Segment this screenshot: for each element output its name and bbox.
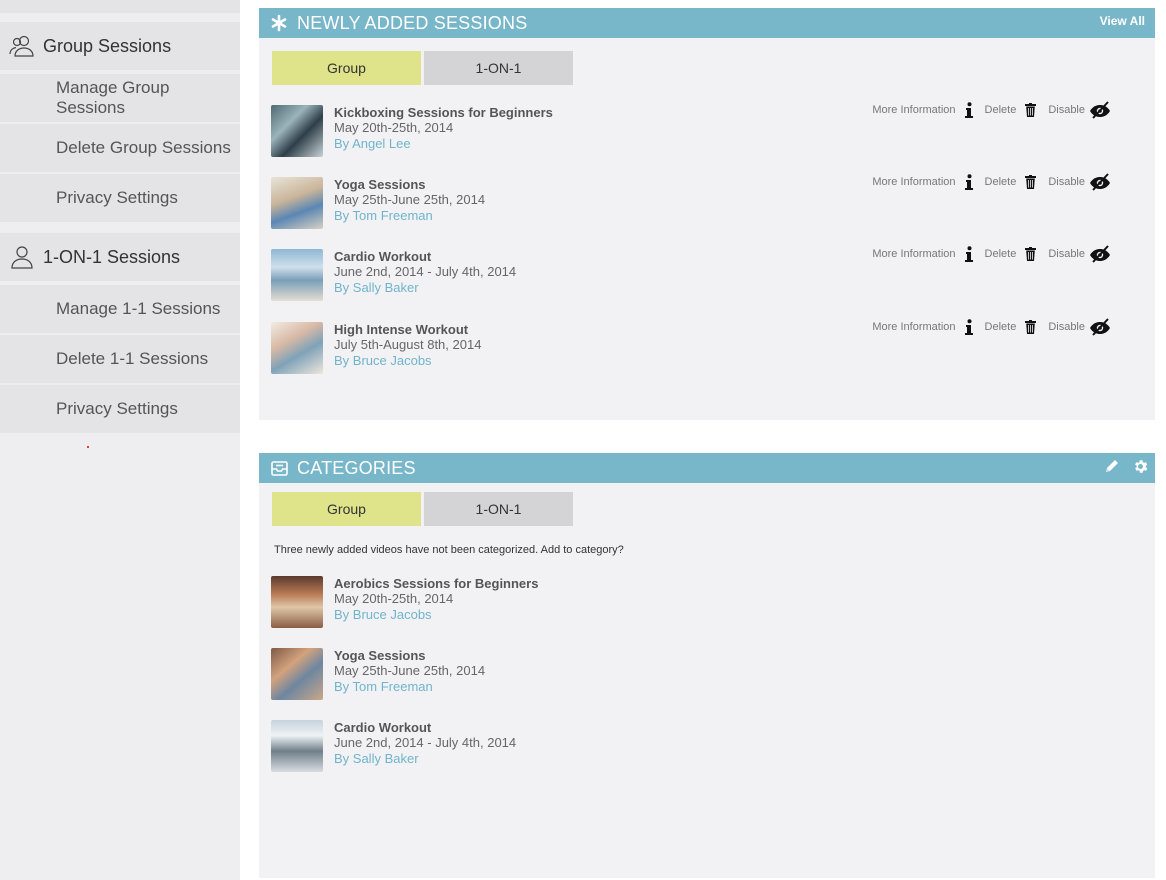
session-author[interactable]: By Tom Freeman (334, 679, 433, 694)
delete-link[interactable]: Delete (985, 248, 1017, 260)
trash-icon[interactable] (1025, 320, 1037, 334)
tab-group[interactable]: Group (272, 51, 421, 85)
categories-header: CATEGORIES (259, 453, 1155, 483)
pencil-icon[interactable] (1104, 458, 1120, 480)
uncategorized-notice: Three newly added videos have not been c… (274, 544, 624, 556)
session-date: May 20th-25th, 2014 (334, 120, 454, 135)
disable-link[interactable]: Disable (1048, 248, 1085, 260)
trash-icon[interactable] (1025, 103, 1037, 117)
session-thumbnail (271, 177, 323, 229)
session-title[interactable]: Yoga Sessions (334, 177, 426, 192)
tab-1-on-1[interactable]: 1-ON-1 (424, 492, 573, 526)
eye-off-icon[interactable] (1089, 101, 1111, 119)
session-author[interactable]: By Sally Baker (334, 280, 419, 295)
session-title[interactable]: Yoga Sessions (334, 648, 426, 663)
session-date: June 2nd, 2014 - July 4th, 2014 (334, 735, 517, 750)
more-information-link[interactable]: More Information (872, 176, 955, 188)
session-row: Yoga Sessions May 25th-June 25th, 2014 B… (271, 173, 1141, 233)
session-author[interactable]: By Sally Baker (334, 751, 419, 766)
session-row: Kickboxing Sessions for Beginners May 20… (271, 101, 1141, 161)
sidebar-item-delete-group-sessions[interactable]: Delete Group Sessions (0, 124, 240, 172)
session-row: Cardio Workout June 2nd, 2014 - July 4th… (271, 245, 1141, 305)
new-sessions-header: NEWLY ADDED SESSIONS View All (259, 8, 1155, 38)
disable-link[interactable]: Disable (1048, 104, 1085, 116)
session-title[interactable]: High Intense Workout (334, 322, 468, 337)
session-author[interactable]: By Tom Freeman (334, 208, 433, 223)
asterisk-icon (270, 14, 288, 32)
delete-link[interactable]: Delete (985, 176, 1017, 188)
session-row: High Intense Workout July 5th-August 8th… (271, 318, 1141, 378)
sidebar-header-group-sessions[interactable]: Group Sessions (0, 22, 240, 70)
session-date: May 25th-June 25th, 2014 (334, 663, 486, 678)
more-information-link[interactable]: More Information (872, 321, 955, 333)
sidebar-item-manage-1-1-sessions[interactable]: Manage 1-1 Sessions (0, 285, 240, 333)
sidebar-item-privacy-settings-1-1[interactable]: Privacy Settings (0, 385, 240, 433)
session-title[interactable]: Cardio Workout (334, 249, 431, 264)
session-date: May 25th-June 25th, 2014 (334, 192, 486, 207)
new-sessions-panel: NEWLY ADDED SESSIONS View All Group 1-ON… (259, 8, 1155, 420)
sidebar-item-manage-group-sessions[interactable]: Manage Group Sessions (0, 74, 240, 122)
tray-icon (270, 459, 288, 477)
info-icon[interactable] (964, 246, 973, 262)
category-item: Cardio Workout June 2nd, 2014 - July 4th… (271, 720, 1141, 776)
session-title[interactable]: Kickboxing Sessions for Beginners (334, 105, 553, 120)
group-icon (9, 34, 35, 58)
category-item: Aerobics Sessions for Beginners May 20th… (271, 576, 1141, 632)
trash-icon[interactable] (1025, 247, 1037, 261)
user-icon (9, 245, 35, 269)
new-sessions-tabs: Group 1-ON-1 (272, 51, 573, 85)
categories-tabs: Group 1-ON-1 (272, 492, 573, 526)
session-thumbnail (271, 648, 323, 700)
sidebar-header-label: 1-ON-1 Sessions (43, 246, 181, 267)
more-information-link[interactable]: More Information (872, 248, 955, 260)
sidebar-top-item[interactable] (0, 0, 240, 13)
session-title[interactable]: Cardio Workout (334, 720, 431, 735)
eye-off-icon[interactable] (1089, 173, 1111, 191)
session-thumbnail (271, 105, 323, 157)
delete-link[interactable]: Delete (985, 321, 1017, 333)
tab-group[interactable]: Group (272, 492, 421, 526)
session-author[interactable]: By Angel Lee (334, 136, 411, 151)
sidebar-header-label: Group Sessions (43, 35, 172, 56)
session-actions: More Information Delete Disable (872, 245, 1111, 263)
more-information-link[interactable]: More Information (872, 104, 955, 116)
view-all-link[interactable]: View All (1100, 14, 1145, 28)
category-item: Yoga Sessions May 25th-June 25th, 2014 B… (271, 648, 1141, 704)
session-author[interactable]: By Bruce Jacobs (334, 607, 432, 622)
session-date: July 5th-August 8th, 2014 (334, 337, 482, 352)
delete-link[interactable]: Delete (985, 104, 1017, 116)
info-icon[interactable] (964, 319, 973, 335)
session-thumbnail (271, 576, 323, 628)
session-author[interactable]: By Bruce Jacobs (334, 353, 432, 368)
sidebar-header-1on1-sessions[interactable]: 1-ON-1 Sessions (0, 233, 240, 281)
session-actions: More Information Delete Disable (872, 101, 1111, 119)
sidebar-item-privacy-settings[interactable]: Privacy Settings (0, 174, 240, 222)
session-thumbnail (271, 249, 323, 301)
session-date: May 20th-25th, 2014 (334, 591, 454, 606)
eye-off-icon[interactable] (1089, 245, 1111, 263)
session-actions: More Information Delete Disable (872, 318, 1111, 336)
session-thumbnail (271, 720, 323, 772)
sidebar: Group Sessions Manage Group Sessions Del… (0, 0, 240, 880)
info-icon[interactable] (964, 174, 973, 190)
session-thumbnail (271, 322, 323, 374)
categories-panel: CATEGORIES Group 1-ON-1 Three newly adde… (259, 453, 1155, 878)
eye-off-icon[interactable] (1089, 318, 1111, 336)
stray-dot (87, 446, 89, 448)
disable-link[interactable]: Disable (1048, 321, 1085, 333)
categories-title: CATEGORIES (297, 457, 416, 478)
session-title[interactable]: Aerobics Sessions for Beginners (334, 576, 538, 591)
categories-tools (1104, 458, 1149, 480)
new-sessions-title: NEWLY ADDED SESSIONS (297, 12, 528, 33)
trash-icon[interactable] (1025, 175, 1037, 189)
gear-icon[interactable] (1132, 458, 1149, 480)
session-date: June 2nd, 2014 - July 4th, 2014 (334, 264, 517, 279)
sidebar-item-delete-1-1-sessions[interactable]: Delete 1-1 Sessions (0, 335, 240, 383)
info-icon[interactable] (964, 102, 973, 118)
tab-1-on-1[interactable]: 1-ON-1 (424, 51, 573, 85)
disable-link[interactable]: Disable (1048, 176, 1085, 188)
session-actions: More Information Delete Disable (872, 173, 1111, 191)
